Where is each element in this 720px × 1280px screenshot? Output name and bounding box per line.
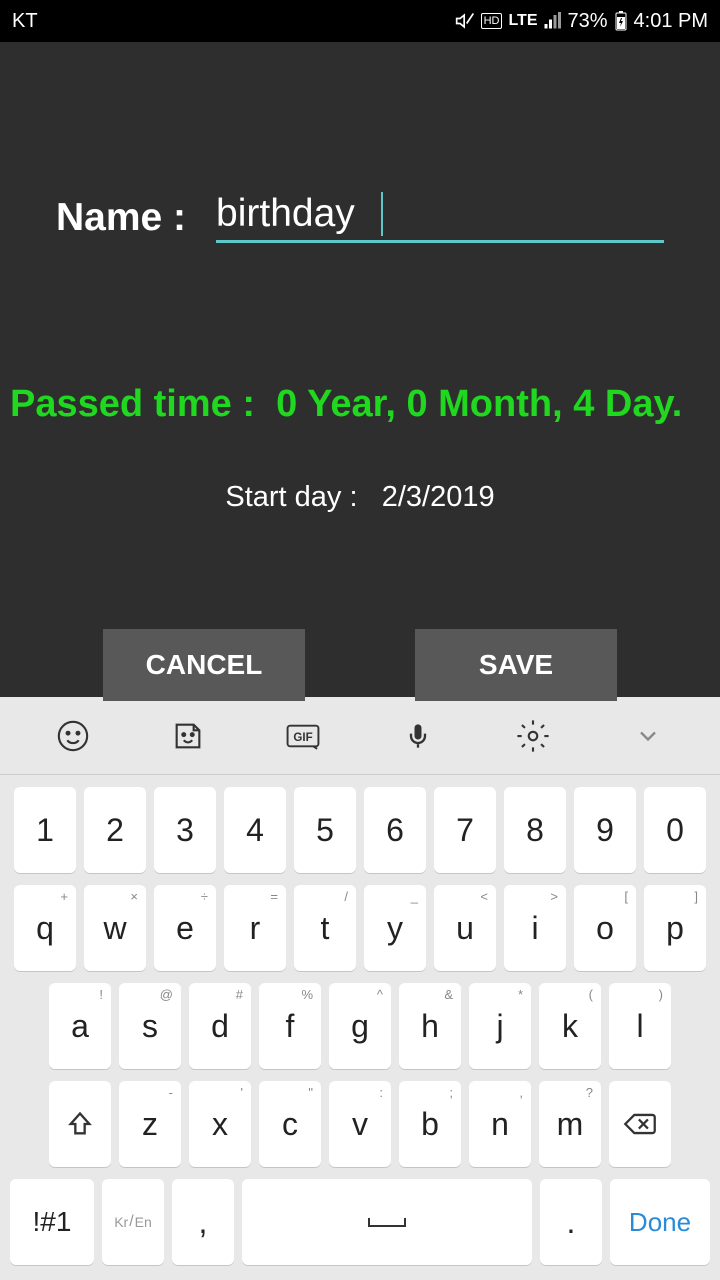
- name-label: Name :: [56, 196, 186, 240]
- key-r[interactable]: =r: [224, 885, 286, 971]
- status-bar: KT HD LTE 73% 4:01 PM: [0, 0, 720, 42]
- key-m[interactable]: ?m: [539, 1081, 601, 1167]
- key-l[interactable]: )l: [609, 983, 671, 1069]
- key-i[interactable]: >i: [504, 885, 566, 971]
- key-k[interactable]: (k: [539, 983, 601, 1069]
- app-body: Name : Passed time : 0 Year, 0 Month, 4 …: [0, 42, 720, 697]
- cancel-button[interactable]: CANCEL: [103, 629, 305, 701]
- keyboard-row-5: !#1 Kr/En , . Done: [10, 1179, 710, 1265]
- key-v[interactable]: :v: [329, 1081, 391, 1167]
- key-1[interactable]: 1: [14, 787, 76, 873]
- emoji-icon[interactable]: [55, 718, 91, 754]
- key-s[interactable]: @s: [119, 983, 181, 1069]
- done-key[interactable]: Done: [610, 1179, 710, 1265]
- key-q[interactable]: +q: [14, 885, 76, 971]
- key-d[interactable]: #d: [189, 983, 251, 1069]
- gear-icon[interactable]: [515, 718, 551, 754]
- name-row: Name :: [0, 42, 720, 243]
- keyboard-row-3: !a@s#d%f^g&h*j(k)l: [10, 983, 710, 1069]
- keyboard-row-2: +q×w÷e=r/t_y<u>i[o]p: [10, 885, 710, 971]
- start-day: Start day : 2/3/2019: [0, 426, 720, 514]
- battery-percent: 73%: [567, 10, 607, 33]
- key-h[interactable]: &h: [399, 983, 461, 1069]
- hd-icon: HD: [481, 13, 503, 29]
- key-w[interactable]: ×w: [84, 885, 146, 971]
- key-x[interactable]: 'x: [189, 1081, 251, 1167]
- sticker-icon[interactable]: [170, 718, 206, 754]
- save-button[interactable]: SAVE: [415, 629, 617, 701]
- key-u[interactable]: <u: [434, 885, 496, 971]
- passed-time-value: 0 Year, 0 Month, 4 Day.: [276, 383, 682, 425]
- clock: 4:01 PM: [634, 10, 708, 33]
- key-b[interactable]: ;b: [399, 1081, 461, 1167]
- key-4[interactable]: 4: [224, 787, 286, 873]
- text-cursor: [381, 192, 383, 236]
- key-j[interactable]: *j: [469, 983, 531, 1069]
- key-8[interactable]: 8: [504, 787, 566, 873]
- key-e[interactable]: ÷e: [154, 885, 216, 971]
- space-key[interactable]: [242, 1179, 532, 1265]
- status-right: HD LTE 73% 4:01 PM: [455, 10, 708, 33]
- name-input-wrap: [216, 192, 664, 243]
- start-day-label: Start day :: [225, 481, 357, 513]
- keyboard-row-1: 1234567890: [10, 787, 710, 873]
- gif-icon[interactable]: GIF: [285, 718, 321, 754]
- key-c[interactable]: "c: [259, 1081, 321, 1167]
- svg-text:GIF: GIF: [293, 732, 312, 744]
- key-f[interactable]: %f: [259, 983, 321, 1069]
- signal-icon: [543, 12, 561, 30]
- key-t[interactable]: /t: [294, 885, 356, 971]
- backspace-key[interactable]: [609, 1081, 671, 1167]
- key-3[interactable]: 3: [154, 787, 216, 873]
- key-7[interactable]: 7: [434, 787, 496, 873]
- key-6[interactable]: 6: [364, 787, 426, 873]
- key-y[interactable]: _y: [364, 885, 426, 971]
- passed-time-label: Passed time :: [10, 383, 255, 425]
- key-a[interactable]: !a: [49, 983, 111, 1069]
- keyboard: GIF 1234567890 +q×w÷e=r/t_y<u>i[o]p !a@s…: [0, 697, 720, 1280]
- mute-icon: [455, 11, 475, 31]
- key-z[interactable]: -z: [119, 1081, 181, 1167]
- network-type: LTE: [508, 12, 537, 30]
- start-day-value: 2/3/2019: [382, 481, 495, 513]
- key-p[interactable]: ]p: [644, 885, 706, 971]
- name-input[interactable]: [216, 192, 664, 243]
- keyboard-row-4: -z'x"c:v;b,n?m: [10, 1081, 710, 1167]
- key-0[interactable]: 0: [644, 787, 706, 873]
- key-g[interactable]: ^g: [329, 983, 391, 1069]
- keyboard-toolbar: GIF: [0, 697, 720, 775]
- mic-icon[interactable]: [400, 718, 436, 754]
- carrier-label: KT: [12, 10, 38, 33]
- period-key[interactable]: .: [540, 1179, 602, 1265]
- language-key[interactable]: Kr/En: [102, 1179, 164, 1265]
- key-n[interactable]: ,n: [469, 1081, 531, 1167]
- key-5[interactable]: 5: [294, 787, 356, 873]
- key-9[interactable]: 9: [574, 787, 636, 873]
- battery-icon: [614, 11, 628, 31]
- keyboard-rows: 1234567890 +q×w÷e=r/t_y<u>i[o]p !a@s#d%f…: [0, 775, 720, 1265]
- key-o[interactable]: [o: [574, 885, 636, 971]
- passed-time: Passed time : 0 Year, 0 Month, 4 Day.: [0, 243, 720, 426]
- shift-key[interactable]: [49, 1081, 111, 1167]
- comma-key[interactable]: ,: [172, 1179, 234, 1265]
- key-2[interactable]: 2: [84, 787, 146, 873]
- button-row: CANCEL SAVE: [0, 514, 720, 701]
- chevron-down-icon[interactable]: [630, 718, 666, 754]
- symbols-key[interactable]: !#1: [10, 1179, 94, 1265]
